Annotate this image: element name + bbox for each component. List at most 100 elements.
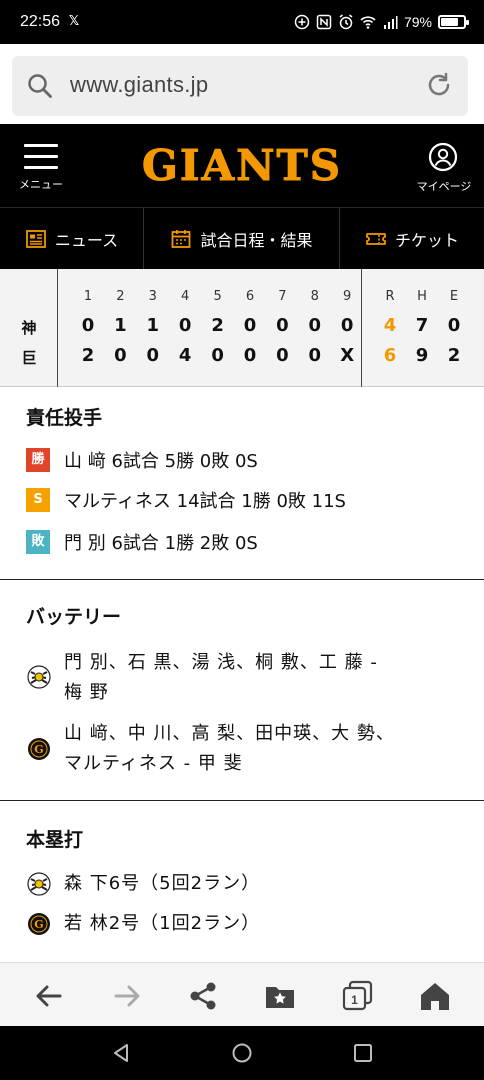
inning-score-cell: 0	[243, 315, 257, 336]
subnav-news-label: ニュース	[54, 231, 119, 250]
giants-homerun-text[interactable]: 若 林2号（1回2ラン）	[64, 909, 260, 939]
subnav-ticket[interactable]: チケット	[340, 208, 484, 270]
inning-score-cell: 0	[243, 345, 257, 366]
svg-text:G: G	[34, 918, 43, 931]
inning-score-cell: 0	[81, 315, 95, 336]
url-text[interactable]: www.giants.jp	[70, 72, 208, 98]
inning-header-4: 4	[181, 289, 190, 304]
mypage-label[interactable]: マイページ	[406, 178, 482, 194]
sub-navigation: ニュース 試合日程・結果 チケット	[0, 207, 484, 270]
loss-badge: 敗	[26, 530, 50, 554]
total-errors: 0	[447, 315, 461, 336]
battery-level-fill	[441, 18, 459, 26]
battery-title: バッテリー	[26, 606, 122, 628]
pitchers-title: 責任投手	[26, 407, 103, 429]
save-pitcher-row: S マルティネス 14試合 1勝 0敗 11S	[26, 487, 346, 513]
total-errors: 2	[447, 345, 461, 366]
inning-score-cell: 0	[276, 345, 289, 366]
status-time: 22:56	[20, 13, 61, 30]
team-hanshin-name: 神	[21, 319, 37, 337]
subnav-schedule-label: 試合日程・結果	[200, 231, 313, 250]
nav-recents-icon[interactable]	[352, 1042, 374, 1064]
inning-score-cell: X	[340, 345, 355, 366]
subnav-schedule[interactable]: 試合日程・結果	[144, 208, 340, 270]
signal-icon	[383, 16, 398, 29]
total-runs: 4	[383, 315, 397, 336]
inning-score-cell: 2	[81, 345, 95, 366]
search-icon[interactable]	[26, 72, 54, 100]
inning-header-6: 6	[245, 289, 255, 304]
win-badge: 勝	[26, 448, 50, 472]
inning-score-cell: 4	[178, 345, 192, 366]
total-hits: 7	[415, 315, 429, 336]
scoreboard: 神 巨 12345678901102000020040000X RHE47069…	[0, 269, 484, 387]
bookmarks-icon[interactable]	[263, 979, 297, 1013]
wifi-icon	[360, 16, 376, 29]
nav-home-icon[interactable]	[231, 1042, 253, 1064]
user-account-icon[interactable]	[428, 142, 458, 172]
inning-score-cell: 0	[308, 345, 322, 366]
inning-score-cell: 2	[211, 315, 224, 336]
tigers-homerun-text[interactable]: 森 下6号（5回2ラン）	[64, 869, 260, 899]
inning-header-5: 5	[213, 289, 222, 304]
svg-text:G: G	[34, 743, 43, 756]
browser-url-area: www.giants.jp	[0, 44, 484, 124]
inning-header-3: 3	[148, 289, 157, 304]
ticket-icon	[366, 233, 386, 245]
team-giants-name: 巨	[21, 349, 37, 367]
inning-score-cell: 0	[340, 315, 354, 336]
home-icon[interactable]	[418, 979, 452, 1013]
hamburger-menu-icon[interactable]	[24, 144, 58, 172]
svg-text:1: 1	[351, 993, 358, 1007]
tigers-logo-icon	[27, 872, 51, 896]
inning-score-cell: 0	[308, 315, 322, 336]
x-app-notification-icon: 𝕏	[68, 14, 80, 29]
giants-logo-icon: G	[28, 913, 50, 935]
inning-score-cell: 0	[211, 345, 224, 366]
battery-section: バッテリー 門 別、石 黒、湯 浅、桐 敷、工 藤 - 梅 野 G 山 﨑、中 …	[0, 580, 484, 801]
inning-header-1: 1	[83, 289, 93, 304]
inning-score-cell: 1	[146, 315, 160, 336]
scoreboard-totals: R H E 470 692	[362, 269, 484, 387]
subnav-news[interactable]: ニュース	[0, 208, 144, 270]
reload-icon[interactable]	[424, 70, 454, 100]
nfc-icon	[316, 14, 332, 30]
giants-battery-line2[interactable]: マルティネス - 甲 斐	[64, 749, 243, 779]
inning-score-cell: 1	[114, 315, 127, 336]
tigers-battery-line1[interactable]: 門 別、石 黒、湯 浅、桐 敷、工 藤 -	[64, 648, 378, 678]
add-circle-icon	[294, 14, 310, 30]
total-header-e: E	[449, 289, 459, 304]
save-pitcher-text[interactable]: マルティネス 14試合 1勝 0敗 11S	[64, 487, 346, 513]
subnav-ticket-label: チケット	[394, 231, 459, 250]
total-header-h: H	[417, 289, 427, 304]
forward-arrow-icon[interactable]	[110, 979, 144, 1013]
alarm-icon	[339, 14, 353, 30]
scoreboard-teams: 神 巨	[0, 269, 58, 387]
tabs-icon[interactable]: 1	[341, 979, 375, 1013]
url-bar[interactable]: www.giants.jp	[12, 56, 468, 116]
battery-icon	[438, 15, 469, 29]
giants-battery-line1[interactable]: 山 﨑、中 川、高 梨、田中瑛、大 勢、	[64, 719, 395, 749]
calendar-icon	[172, 230, 191, 248]
back-arrow-icon[interactable]	[32, 979, 66, 1013]
status-bar: 22:56 𝕏 79%	[0, 0, 484, 44]
losing-pitcher-text[interactable]: 門 別 6試合 1勝 2敗 0S	[64, 529, 258, 555]
inning-score-cell: 0	[114, 345, 127, 366]
winning-pitcher-text[interactable]: 山 﨑 6試合 5勝 0敗 0S	[64, 447, 258, 473]
pitchers-section: 責任投手 勝 山 﨑 6試合 5勝 0敗 0S S マルティネス 14試合 1勝…	[0, 387, 484, 580]
homeruns-title: 本塁打	[26, 829, 84, 851]
inning-score-cell: 0	[146, 345, 160, 366]
save-badge: S	[26, 488, 50, 512]
nav-back-icon[interactable]	[110, 1042, 132, 1064]
inning-header-7: 7	[278, 289, 287, 304]
share-icon[interactable]	[186, 979, 220, 1013]
giants-logo-icon: G	[28, 738, 50, 760]
total-runs: 6	[383, 345, 397, 366]
menu-label[interactable]: メニュー	[12, 176, 70, 192]
tigers-battery-line2[interactable]: 梅 野	[64, 678, 109, 708]
battery-percent: 79%	[403, 14, 432, 30]
losing-pitcher-row: 敗 門 別 6試合 1勝 2敗 0S	[26, 529, 258, 555]
giants-logo[interactable]: GIANTS	[142, 140, 342, 189]
svg-text:GIANTS: GIANTS	[142, 141, 342, 188]
homeruns-section: 本塁打 森 下6号（5回2ラン） G 若 林2号（1回2ラン）	[0, 801, 484, 962]
